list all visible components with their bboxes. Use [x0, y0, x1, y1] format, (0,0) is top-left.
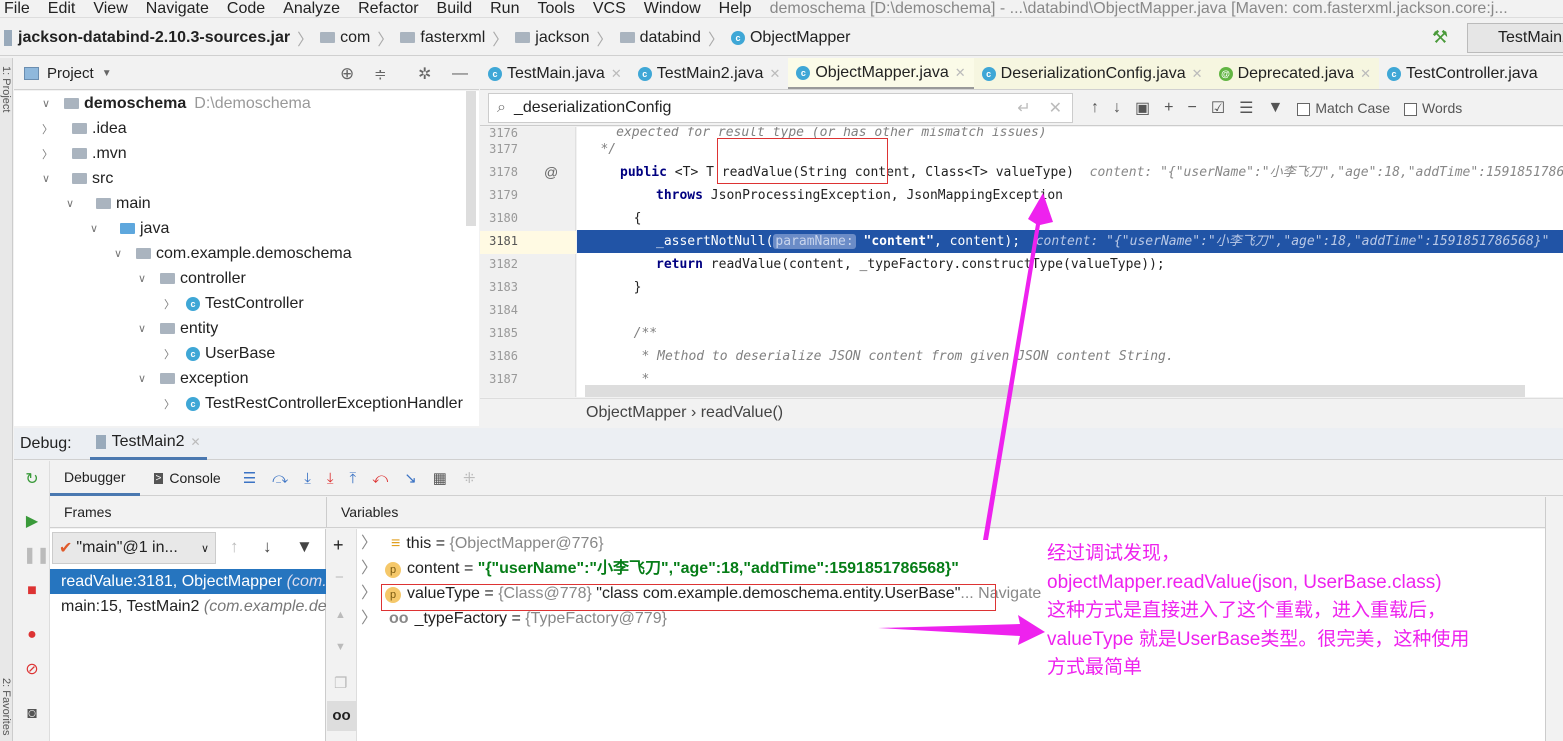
- note-line: 方式最简单: [1047, 657, 1143, 678]
- arrow-up: [983, 193, 1053, 540]
- annotation-note: 经过调试发现， objectMapper.readValue(json, Use…: [1047, 540, 1547, 683]
- note-line: valueType 就是UserBase类型。很完美，这种使用: [1047, 628, 1470, 650]
- note-line: 经过调试发现，: [1047, 543, 1181, 564]
- note-line: objectMapper.readValue(json, UserBase.cl…: [1047, 571, 1442, 593]
- note-line: 这种方式是直接进入了这个重载，进入重载后，: [1047, 600, 1447, 621]
- arrow-right: [878, 615, 1045, 645]
